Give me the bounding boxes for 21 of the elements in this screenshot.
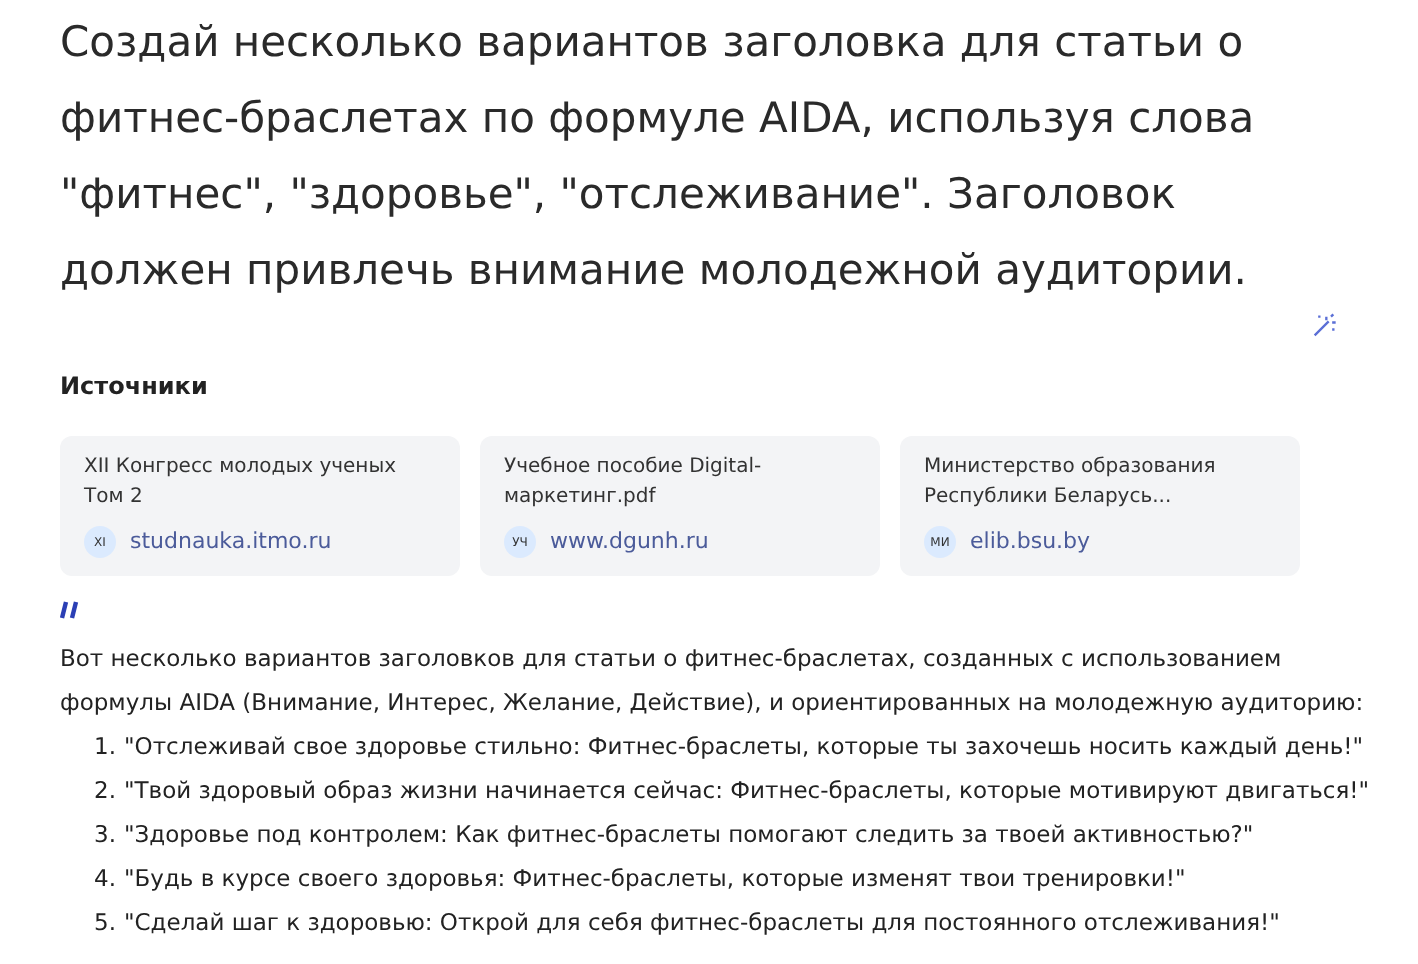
list-item-text: "Будь в курсе своего здоровья: Фитнес-браслеты, которые изменят твои тренировки!" <box>123 862 1186 896</box>
source-title: Министерство образования Республики Беларусь... <box>924 454 1218 512</box>
list-item-text: "Здоровье под контролем: Как фитнес-браслеты помогают следить за твоей активностью?" <box>123 818 1254 852</box>
source-title: XII Конгресс молодых ученых Том 2 <box>84 454 399 512</box>
list-number: 3. <box>94 818 116 852</box>
list-item-text: "Отслеживай свое здоровье стильно: Фитнес-браслеты, которые ты захочешь носить каждый день!" <box>123 730 1364 764</box>
answer-intro: Вот несколько вариантов заголовков для статьи о фитнес-браслетах, созданных с использованием формулы AIDA (Внимание, Интерес, Желание, Действие), и ориентированных на молодежную аудиторию: <box>60 642 1366 720</box>
list-number: 2. <box>94 774 116 808</box>
source-title: Учебное пособие Digital-маркетинг.pdf <box>504 454 764 512</box>
sources-heading: Источники <box>60 370 210 404</box>
list-item-text: "Сделай шаг к здоровью: Открой для себя фитнес-браслеты для постоянного отслеживания!" <box>123 906 1280 940</box>
list-number: 4. <box>94 862 116 896</box>
prompt-text: Создай несколько вариантов заголовка для статьи о фитнес-браслетах по формуле AIDA, используя слова "фитнес", "здоровье", "отслеживание". Заголовок должен привлечь внимание молодежной аудитории. <box>60 16 1257 298</box>
source-link[interactable]: elib.bsu.by <box>970 526 1091 559</box>
list-item-text: "Твой здоровый образ жизни начинается сейчас: Фитнес-браслеты, которые мотивируют двигаться!" <box>123 774 1370 808</box>
source-link[interactable]: studnauka.itmo.ru <box>130 526 332 559</box>
list-number: 1. <box>94 730 116 764</box>
list-number: 5. <box>94 906 116 940</box>
logo-icon <box>60 600 80 620</box>
magic-wand-icon[interactable] <box>1310 312 1338 340</box>
source-link[interactable]: www.dgunh.ru <box>550 526 709 559</box>
